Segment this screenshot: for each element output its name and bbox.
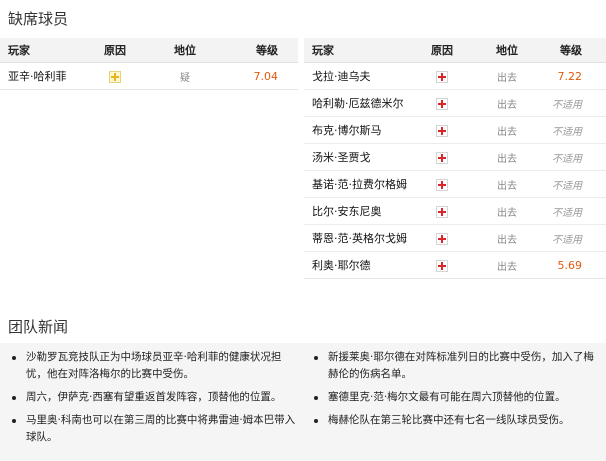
rating-value: 不适用	[552, 207, 582, 219]
red-cross-icon	[436, 232, 448, 245]
player-name[interactable]: 戈拉·迪乌夫	[304, 68, 422, 84]
reason-cell	[422, 97, 462, 110]
rating-value: 不适用	[552, 180, 582, 192]
header-reason: 原因	[104, 44, 126, 57]
news-item: 梅赫伦队在第三轮比赛中还有七名一线队球员受伤。	[310, 412, 600, 429]
header-player: 玩家	[8, 44, 30, 57]
status-text: 出去	[497, 153, 517, 165]
player-name[interactable]: 汤米·圣贾戈	[304, 149, 422, 165]
news-item: 塞德里克·范·梅尔文最有可能在周六顶替他的位置。	[310, 389, 600, 406]
table-row: 基诺·范·拉费尔格姆 出去 不适用	[304, 171, 606, 198]
player-name[interactable]: 基诺·范·拉费尔格姆	[304, 176, 422, 192]
reason-cell	[422, 151, 462, 164]
player-name[interactable]: 布克·博尔斯马	[304, 122, 422, 138]
header-reason: 原因	[431, 44, 453, 57]
status-text: 出去	[497, 72, 517, 84]
table-header: 玩家 原因 地位 等级	[304, 38, 606, 63]
reason-cell	[422, 259, 462, 272]
table-row: 比尔·安东尼奥 出去 不适用	[304, 198, 606, 225]
missing-players-title: 缺席球员	[8, 10, 69, 28]
red-cross-icon	[436, 70, 448, 83]
table-row: 布克·博尔斯马 出去 不适用	[304, 117, 606, 144]
red-cross-icon	[436, 124, 448, 137]
table-row: 汤米·圣贾戈 出去 不适用	[304, 144, 606, 171]
rating-cell: 不适用	[546, 96, 606, 111]
status-text: 出去	[497, 234, 517, 246]
rating-cell: 5.69	[546, 259, 606, 272]
rating-value: 不适用	[552, 153, 582, 165]
reason-cell	[422, 232, 462, 245]
player-name[interactable]: 亚辛·哈利菲	[0, 68, 90, 84]
header-player: 玩家	[312, 44, 334, 57]
news-item: 沙勒罗瓦竞技队正为中场球员亚辛·哈利菲的健康状况担忧，他在对阵洛梅尔的比赛中受伤…	[8, 349, 300, 383]
header-status: 地位	[496, 44, 518, 57]
news-item: 新援莱奥·耶尔德在对阵标准列日的比赛中受伤，加入了梅赫伦的伤病名单。	[310, 349, 600, 383]
player-name[interactable]: 哈利勒·厄兹德米尔	[304, 95, 422, 111]
rating-cell: 7.04	[230, 70, 298, 83]
reason-cell	[422, 205, 462, 218]
table-row: 戈拉·迪乌夫 出去 7.22	[304, 63, 606, 90]
rating-value: 7.04	[253, 69, 279, 83]
team-news-panel: 沙勒罗瓦竞技队正为中场球员亚辛·哈利菲的健康状况担忧，他在对阵洛梅尔的比赛中受伤…	[0, 343, 606, 461]
yellow-cross-icon	[109, 70, 121, 83]
status-text: 疑	[180, 72, 190, 84]
player-name[interactable]: 比尔·安东尼奥	[304, 203, 422, 219]
header-rating: 等级	[256, 44, 278, 57]
header-status: 地位	[174, 44, 196, 57]
red-cross-icon	[436, 259, 448, 272]
rating-value: 不适用	[552, 234, 582, 246]
status-text: 出去	[497, 261, 517, 273]
news-item: 马里奥·科南也可以在第三周的比赛中将弗雷迪·姆本巴带入球队。	[8, 412, 300, 446]
rating-cell: 不适用	[546, 177, 606, 192]
header-rating: 等级	[560, 44, 582, 57]
reason-cell	[422, 70, 462, 83]
team-news-title: 团队新闻	[8, 318, 69, 336]
rating-cell: 不适用	[546, 204, 606, 219]
rating-cell: 不适用	[546, 231, 606, 246]
missing-players-table-home: 玩家 原因 地位 等级 亚辛·哈利菲 疑 7.04	[0, 38, 298, 90]
status-text: 出去	[497, 99, 517, 111]
reason-cell	[422, 178, 462, 191]
rating-value: 不适用	[552, 99, 582, 111]
red-cross-icon	[436, 178, 448, 191]
rating-cell: 7.22	[546, 70, 606, 83]
table-header: 玩家 原因 地位 等级	[0, 38, 298, 63]
team-news-away: 新援莱奥·耶尔德在对阵标准列日的比赛中受伤，加入了梅赫伦的伤病名单。塞德里克·范…	[310, 349, 600, 435]
status-text: 出去	[497, 126, 517, 138]
news-item: 周六，伊萨克·西塞有望重返首发阵容，顶替他的位置。	[8, 389, 300, 406]
red-cross-icon	[436, 205, 448, 218]
player-name[interactable]: 蒂恩·范·英格尔戈姆	[304, 230, 422, 246]
reason-cell	[422, 124, 462, 137]
table-row: 蒂恩·范·英格尔戈姆 出去 不适用	[304, 225, 606, 252]
status-text: 出去	[497, 207, 517, 219]
player-name[interactable]: 利奥·耶尔德	[304, 257, 422, 273]
rating-value: 7.22	[557, 69, 583, 83]
red-cross-icon	[436, 151, 448, 164]
table-row: 利奥·耶尔德 出去 5.69	[304, 252, 606, 279]
team-news-home: 沙勒罗瓦竞技队正为中场球员亚辛·哈利菲的健康状况担忧，他在对阵洛梅尔的比赛中受伤…	[8, 349, 300, 452]
status-text: 出去	[497, 180, 517, 192]
rating-value: 5.69	[557, 258, 583, 272]
rating-cell: 不适用	[546, 123, 606, 138]
red-cross-icon	[436, 97, 448, 110]
rating-value: 不适用	[552, 126, 582, 138]
missing-players-table-away: 玩家 原因 地位 等级 戈拉·迪乌夫 出去 7.22 哈利勒·厄兹德米尔 出去 不适用 布克…	[304, 38, 606, 279]
table-row: 亚辛·哈利菲 疑 7.04	[0, 63, 298, 90]
rating-cell: 不适用	[546, 150, 606, 165]
table-row: 哈利勒·厄兹德米尔 出去 不适用	[304, 90, 606, 117]
reason-cell	[90, 70, 140, 83]
